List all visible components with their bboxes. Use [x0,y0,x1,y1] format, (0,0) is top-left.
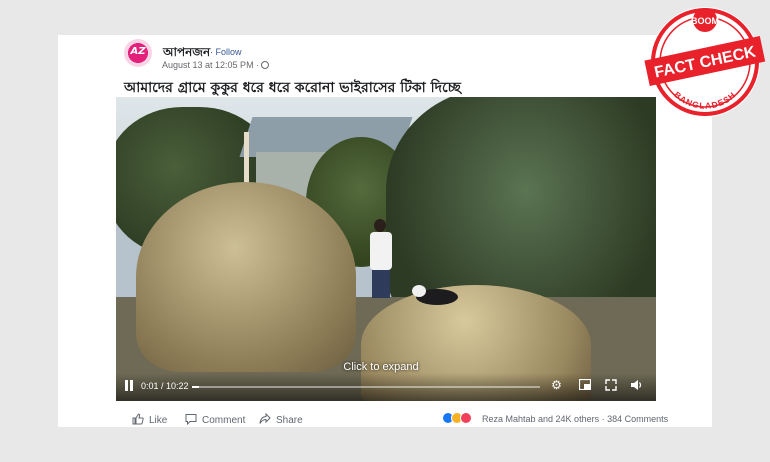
video-progress-fill [192,386,199,388]
facebook-post-card: AZ আপনজন · Follow August 13 at 12:05 PM … [58,35,712,427]
page-avatar[interactable]: AZ [124,39,152,67]
person-head [374,219,386,232]
timestamp-text: August 13 at 12:05 PM · [162,60,260,70]
love-reaction-icon [460,412,472,424]
video-controls: 0:01 / 10:22 ⚙ [116,373,656,401]
share-label: Share [276,415,303,426]
reactions-summary[interactable]: Reza Mahtab and 24K others · 384 Comment… [482,414,668,424]
person-legs [372,270,390,298]
thumbs-up-icon [132,413,144,425]
avatar-logo-text: AZ [130,46,146,57]
comment-icon [185,414,197,425]
click-to-expand-label[interactable]: Click to expand [116,361,646,373]
share-icon [259,413,271,424]
globe-icon [261,61,270,69]
share-button[interactable]: Share [259,413,303,426]
video-player[interactable]: Click to expand 0:01 / 10:22 ⚙ [116,97,656,401]
settings-gear-icon[interactable]: ⚙ [550,379,563,392]
pause-icon[interactable] [124,380,134,392]
person-body [370,232,392,270]
comments-count[interactable]: 384 Comments [607,414,668,424]
video-haystack [136,182,356,372]
video-progress-bar[interactable] [192,386,540,388]
like-button[interactable]: Like [132,413,167,426]
picture-in-picture-icon[interactable] [578,378,591,392]
stamp-top-text: BOOM [691,16,719,26]
follow-separator: · [210,47,213,57]
video-dog-head [412,285,426,297]
boom-fact-check-stamp: BOOM FACT CHECK BANGLADESH [644,7,766,117]
comment-label: Comment [202,415,246,426]
reactions-names: Reza Mahtab and 24K others [482,414,600,424]
comment-button[interactable]: Comment [185,413,245,426]
video-person [366,219,396,299]
follow-label: Follow [215,47,242,57]
volume-icon[interactable] [630,379,643,392]
follow-button[interactable]: · Follow [210,47,242,57]
video-time: 0:01 / 10:22 [141,381,189,391]
fullscreen-icon[interactable] [604,379,617,392]
post-timestamp[interactable]: August 13 at 12:05 PM · [162,60,270,70]
like-label: Like [149,415,168,426]
